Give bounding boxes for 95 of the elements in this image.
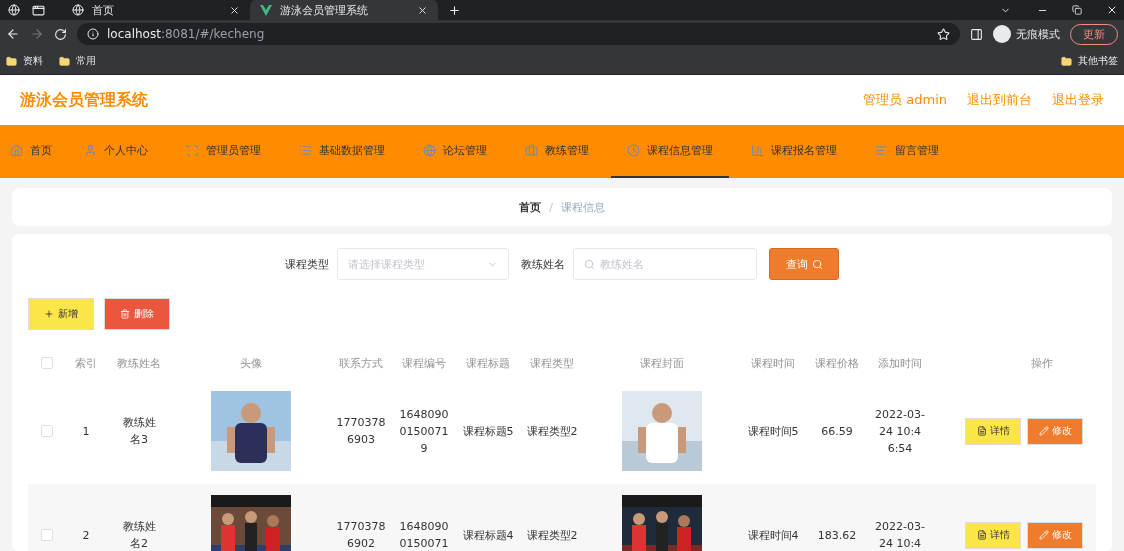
window-icon[interactable] bbox=[32, 3, 45, 17]
pencil-icon bbox=[1038, 426, 1049, 436]
nav-item[interactable]: 课程信息管理 bbox=[611, 125, 729, 178]
table-cell-text: 2 bbox=[81, 527, 91, 544]
column-header: 课程编号 bbox=[401, 355, 447, 372]
plus-icon bbox=[44, 309, 54, 319]
table-cell-text: 17703786902 bbox=[335, 519, 387, 551]
checkbox[interactable] bbox=[41, 529, 53, 541]
user-icon bbox=[84, 144, 97, 157]
column-header: 教练姓名 bbox=[116, 355, 162, 372]
back-icon[interactable] bbox=[6, 27, 20, 41]
nav-item[interactable]: 基础数据管理 bbox=[283, 125, 401, 178]
column-header: 课程封面 bbox=[639, 355, 685, 372]
table-cell-text: 2022-03-24 10:46:54 bbox=[874, 406, 926, 457]
nav-item[interactable]: 首页 bbox=[0, 125, 62, 178]
details-button[interactable]: 详情 bbox=[965, 417, 1021, 445]
globe-icon bbox=[423, 144, 436, 157]
bookmark[interactable]: 资料 bbox=[23, 54, 43, 68]
column-header: 索引 bbox=[74, 355, 98, 372]
bookmark[interactable]: 其他书签 bbox=[1078, 54, 1118, 68]
field-label: 课程类型 bbox=[285, 256, 329, 272]
column-header: 课程价格 bbox=[814, 355, 860, 372]
column-header: 操作 bbox=[1030, 355, 1054, 372]
globe-icon bbox=[8, 4, 20, 16]
nav-item[interactable]: 教练管理 bbox=[509, 125, 605, 178]
table-cell-text: 课程类型2 bbox=[525, 423, 579, 440]
globe-icon bbox=[72, 4, 84, 16]
trash-icon bbox=[120, 309, 130, 319]
browser-tab[interactable]: 游泳会员管理系统 bbox=[250, 0, 438, 20]
table-cell-text: 课程标题5 bbox=[461, 423, 515, 440]
table-cell-text: 1 bbox=[81, 423, 91, 440]
scan-icon bbox=[186, 144, 199, 157]
briefcase-icon bbox=[525, 144, 538, 157]
column-header: 添加时间 bbox=[877, 355, 923, 372]
table-cell-text: 课程时间4 bbox=[746, 527, 800, 544]
star-icon[interactable] bbox=[937, 27, 950, 41]
bar-chart-icon bbox=[751, 144, 764, 157]
incognito-icon bbox=[993, 25, 1011, 43]
restore-icon[interactable] bbox=[1072, 5, 1082, 15]
folder-icon bbox=[59, 55, 70, 67]
nav-item[interactable]: 课程报名管理 bbox=[735, 125, 853, 178]
nav-item[interactable]: 管理员管理 bbox=[170, 125, 277, 178]
address-bar[interactable]: localhost:8081/#/kecheng bbox=[77, 23, 960, 45]
clock-icon bbox=[627, 144, 640, 157]
checkbox[interactable] bbox=[41, 357, 53, 369]
list-icon bbox=[299, 144, 312, 157]
details-button[interactable]: 详情 bbox=[965, 521, 1021, 549]
side-panel-icon[interactable] bbox=[970, 27, 983, 41]
forward-icon[interactable] bbox=[30, 27, 44, 41]
nav-item[interactable]: 个人中心 bbox=[68, 125, 164, 178]
table-cell-text: 教练姓名3 bbox=[121, 415, 157, 448]
add-button[interactable]: 新增 bbox=[28, 298, 94, 330]
table-cell-text: 16480900150071 bbox=[398, 519, 450, 551]
document-icon bbox=[976, 426, 987, 436]
nav-item[interactable]: 留言管理 bbox=[859, 125, 955, 178]
close-icon[interactable] bbox=[1106, 4, 1118, 16]
folder-icon bbox=[1061, 55, 1072, 67]
column-header: 头像 bbox=[239, 355, 263, 372]
checkbox[interactable] bbox=[41, 425, 53, 437]
table-cell-text: 课程标题4 bbox=[461, 527, 515, 544]
logo-icon bbox=[260, 4, 272, 16]
folder-icon bbox=[6, 55, 17, 67]
table-cell-text: 164809001500719 bbox=[398, 406, 450, 457]
incognito-label: 无痕模式 bbox=[1016, 26, 1060, 42]
close-icon[interactable] bbox=[417, 4, 428, 16]
table-cell-text: 183.62 bbox=[816, 527, 858, 544]
table-cell-text: 17703786903 bbox=[335, 415, 387, 448]
table-cell-text: 66.59 bbox=[820, 423, 854, 440]
column-header: 课程时间 bbox=[750, 355, 796, 372]
app-title: 游泳会员管理系统 bbox=[20, 89, 149, 111]
nav-item[interactable]: 论坛管理 bbox=[407, 125, 503, 178]
field-label: 教练姓名 bbox=[521, 256, 565, 272]
column-header: 课程类型 bbox=[529, 355, 575, 372]
search-icon bbox=[584, 258, 595, 270]
lines-icon bbox=[875, 144, 888, 157]
delete-button[interactable]: 删除 bbox=[104, 298, 170, 330]
breadcrumb-separator: / bbox=[549, 200, 553, 214]
breadcrumb-item: 课程信息 bbox=[560, 199, 605, 215]
close-icon[interactable] bbox=[229, 4, 240, 16]
breadcrumb-item[interactable]: 首页 bbox=[519, 199, 542, 215]
browser-tab[interactable]: 首页 bbox=[62, 0, 250, 20]
pencil-icon bbox=[1038, 530, 1049, 540]
table-cell-text: 2022-03-24 10:4 bbox=[874, 519, 926, 551]
search-icon bbox=[811, 258, 823, 270]
reload-icon[interactable] bbox=[54, 27, 67, 41]
bookmark[interactable]: 常用 bbox=[76, 54, 96, 68]
new-tab-icon[interactable] bbox=[448, 3, 461, 17]
table-cell-text: 教练姓名2 bbox=[121, 519, 157, 551]
column-header: 联系方式 bbox=[338, 355, 384, 372]
info-icon bbox=[87, 28, 99, 40]
document-icon bbox=[976, 530, 987, 540]
table-cell-text: 课程时间5 bbox=[746, 423, 800, 440]
column-header: 课程标题 bbox=[465, 355, 511, 372]
home-icon bbox=[10, 144, 23, 157]
table-cell-text: 课程类型2 bbox=[525, 527, 579, 544]
